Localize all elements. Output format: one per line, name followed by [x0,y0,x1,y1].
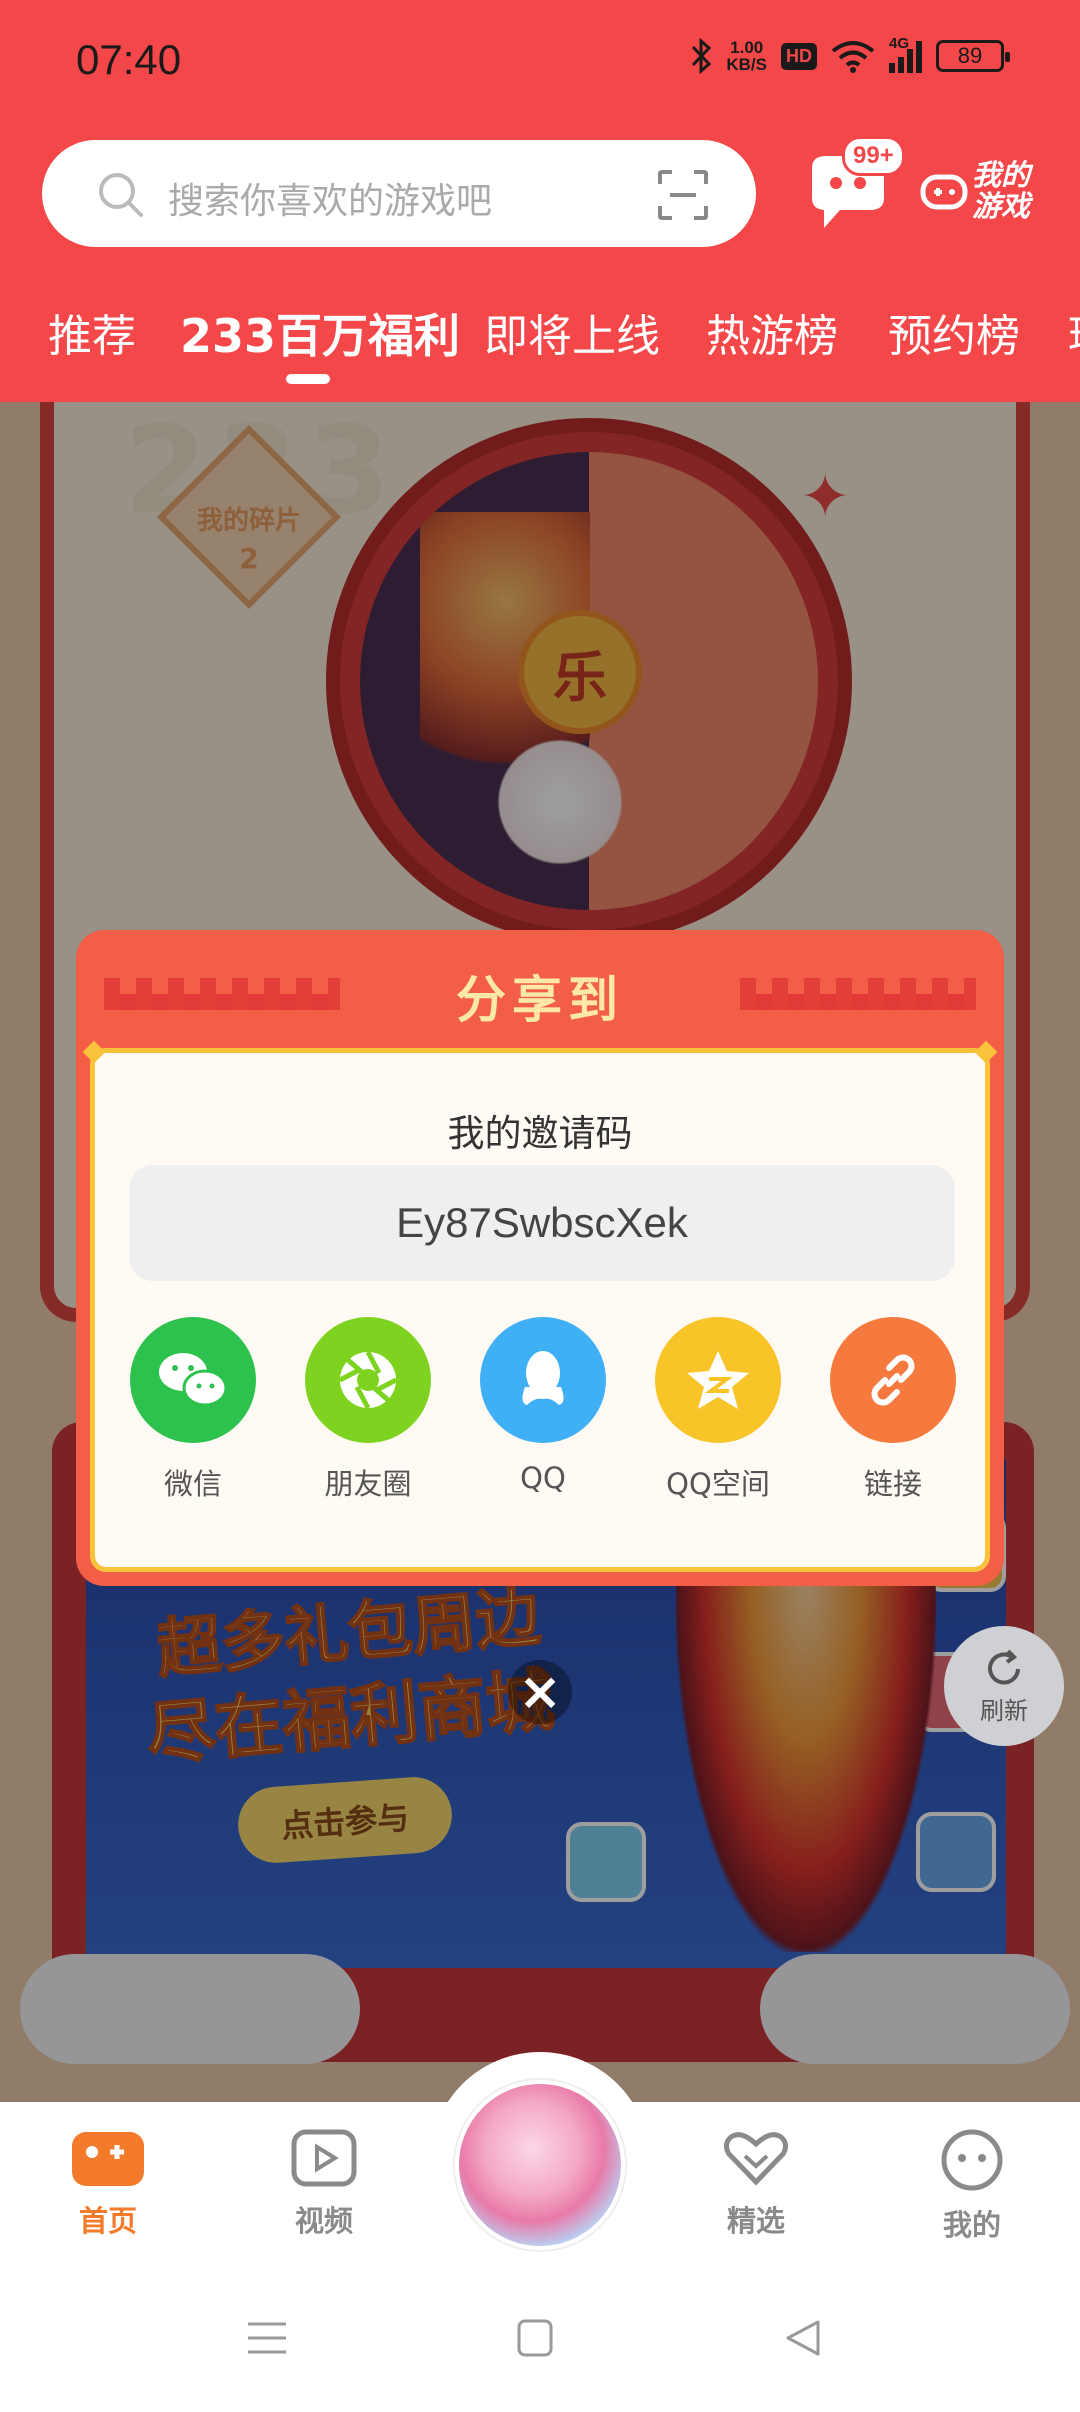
share-panel: 我的邀请码 Ey87SwbscXek 微信 朋友圈 QQ QQ空间 链接 [90,1048,990,1572]
my-games-button[interactable]: 我的 游戏 [920,160,1030,222]
avatar[interactable] [455,2080,625,2250]
wifi-icon [831,41,875,73]
refresh-label: 刷新 [980,1696,1028,1725]
qzone-icon [655,1317,781,1443]
share-dialog: 分享到 我的邀请码 Ey87SwbscXek 微信 朋友圈 QQ QQ空间 链接 [76,930,1004,1586]
nav-video-label: 视频 [294,2204,353,2238]
nav-featured-label: 精选 [726,2204,785,2238]
qq-icon [480,1317,606,1443]
share-qq-label: QQ [520,1461,566,1495]
link-icon [830,1317,956,1443]
search-icon [99,173,143,217]
nav-mine-label: 我的 [942,2208,1001,2242]
battery-icon: 89 [936,40,1010,72]
search-placeholder: 搜索你喜欢的游戏吧 [168,181,493,222]
tab-hot-games[interactable]: 热游榜 [706,300,838,364]
nav-video[interactable]: 视频 [264,2128,384,2240]
gamepad-icon [72,2132,144,2186]
system-nav-bar [0,2278,1080,2412]
category-tabs: 推荐 233百万福利 即将上线 热游榜 预约榜 璃 [0,300,1080,370]
tab-recommend[interactable]: 推荐 [48,300,136,364]
status-bar: 07:40 1.00 KB/S HD 4G 89 [0,0,1080,124]
tab-upcoming[interactable]: 即将上线 [484,300,660,364]
nav-home[interactable]: 首页 [48,2128,168,2240]
share-qq[interactable]: QQ [463,1317,623,1495]
invite-code-field[interactable]: Ey87SwbscXek [129,1165,955,1281]
share-moments[interactable]: 朋友圈 [288,1317,448,1503]
share-qzone-label: QQ空间 [666,1467,770,1501]
refresh-icon [988,1649,1020,1684]
hd-icon: HD [781,42,817,70]
share-moments-label: 朋友圈 [324,1467,412,1501]
nav-featured[interactable]: 精选 [696,2128,816,2240]
back-icon[interactable] [782,2318,822,2358]
active-tab-indicator [286,374,330,384]
home-icon[interactable] [516,2318,554,2358]
share-wechat[interactable]: 微信 [113,1317,273,1503]
search-input[interactable]: 搜索你喜欢的游戏吧 [42,140,756,247]
nav-home-label: 首页 [78,2204,137,2238]
nav-mine[interactable]: 我的 [912,2128,1032,2244]
heart-icon [723,2132,789,2186]
face-icon [941,2129,1003,2191]
tab-233-welfare[interactable]: 233百万福利 [180,300,460,366]
bluetooth-icon [692,38,712,74]
message-badge: 99+ [842,136,905,176]
status-icons: 1.00 KB/S HD 4G 89 [690,35,1010,74]
menu-icon[interactable] [246,2318,288,2358]
status-time: 07:40 [76,36,182,83]
network-speed: 1.00 KB/S [726,38,767,74]
moments-icon [305,1317,431,1443]
share-link-label: 链接 [863,1467,922,1501]
share-qzone[interactable]: QQ空间 [638,1317,798,1503]
tab-partial[interactable]: 璃 [1068,300,1080,364]
share-link[interactable]: 链接 [813,1317,973,1503]
wechat-icon [130,1317,256,1443]
refresh-button[interactable]: 刷新 [944,1626,1064,1746]
cell-signal-icon: 4G [889,35,922,73]
gamepad-icon [920,174,968,210]
invite-code-label: 我的邀请码 [447,1112,633,1155]
close-icon[interactable]: × [508,1660,572,1724]
tab-reservation-rank[interactable]: 预约榜 [888,300,1020,364]
top-header: 07:40 1.00 KB/S HD 4G 89 搜索你喜欢的游戏吧 99+ 我的… [0,0,1080,402]
share-targets: 微信 朋友圈 QQ QQ空间 链接 [113,1317,973,1501]
video-icon [291,2129,357,2187]
share-wechat-label: 微信 [163,1467,222,1501]
share-title: 分享到 [456,971,624,1029]
scan-icon[interactable] [656,168,710,222]
